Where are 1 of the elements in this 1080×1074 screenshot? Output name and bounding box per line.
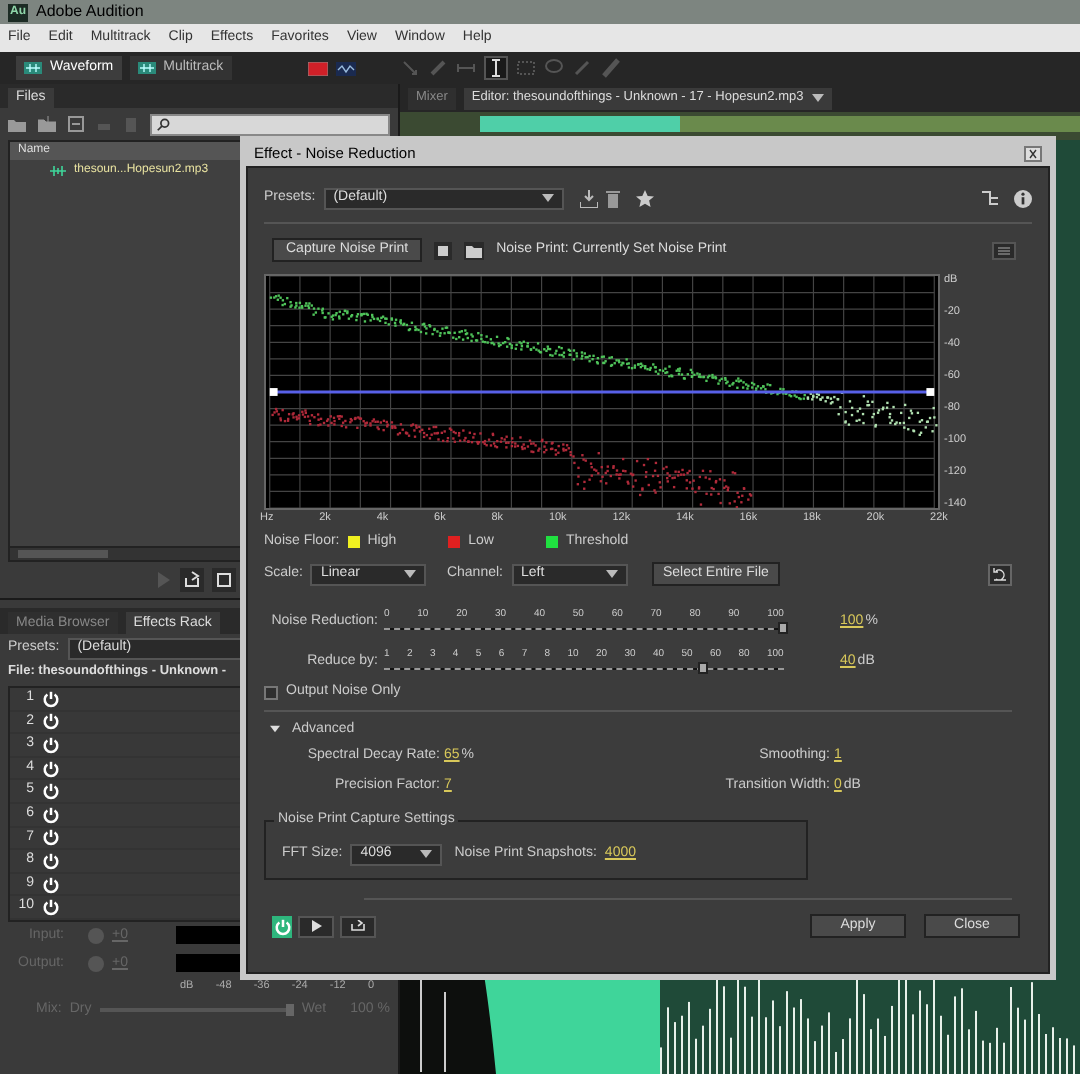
window-title: Adobe Audition xyxy=(36,0,144,24)
